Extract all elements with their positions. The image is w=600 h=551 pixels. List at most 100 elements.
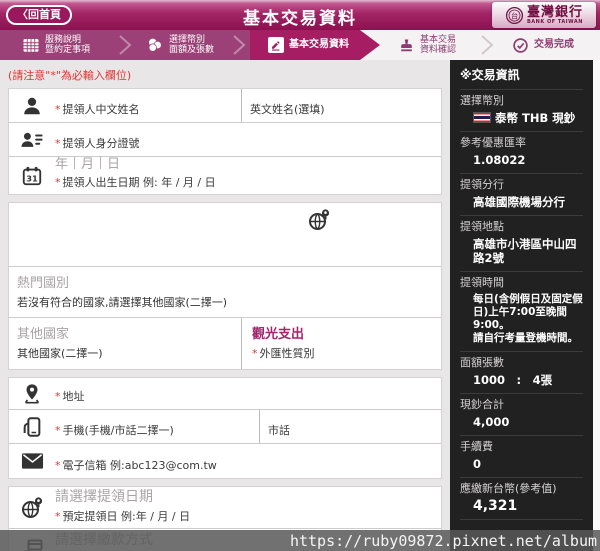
address-input[interactable]: * 地址 xyxy=(55,378,441,409)
step-basic-info-current[interactable]: 基本交易資料 xyxy=(268,30,349,60)
summary-value: 請自行考量登機時間。 xyxy=(473,332,578,344)
country-flag-area[interactable] xyxy=(9,203,441,267)
summary-row-currency: 選擇幣別 泰幣 THB 現鈔 xyxy=(460,90,583,132)
phone-row: * 手機(手機/市話二擇一) 市話 xyxy=(9,410,441,444)
id-row: * 提領人身分證號 xyxy=(9,123,441,157)
watermark-url: https://ruby09872.pixnet.net/album xyxy=(289,531,597,550)
summary-row-branch: 提領分行 高雄國際機場分行 xyxy=(460,174,583,216)
summary-row-cash-total: 現鈔合計 4,000 xyxy=(460,394,583,436)
dob-label: 提領人出生日期 例: 年 / 月 / 日 xyxy=(62,176,216,189)
step-label: 基本交易 xyxy=(420,35,457,45)
globe-pin-icon xyxy=(9,487,55,528)
other-country-select[interactable]: 其他國家 其他國家(二擇一) xyxy=(9,318,241,369)
watermark-bar: https://ruby09872.pixnet.net/album xyxy=(0,530,600,551)
name-en-input[interactable]: 英文姓名(選填) xyxy=(241,89,441,122)
mobile-phone-icon xyxy=(9,410,55,443)
id-card-icon xyxy=(9,123,55,156)
address-label: 地址 xyxy=(62,390,85,403)
bank-name: 臺灣銀行 xyxy=(526,4,583,20)
summary-value: 1000 : 4張 xyxy=(473,373,553,387)
divider xyxy=(100,156,102,169)
hot-country-hint: 若沒有符合的國家,請選擇其他國家(二擇一) xyxy=(17,296,228,309)
summary-row-twd-total: 應繳新台幣(參考值) 4,321 xyxy=(460,478,583,520)
id-label: 提領人身分證號 xyxy=(62,137,140,150)
summary-row-fee: 手續費 0 xyxy=(460,436,583,478)
tel-label: 市話 xyxy=(268,424,290,437)
chevron-separator-icon xyxy=(232,35,246,55)
fx-nature-select[interactable]: 觀光支出 * 外匯性質別 xyxy=(241,318,441,369)
tel-input[interactable]: 市話 xyxy=(259,410,441,443)
app-window: 〈回首頁 基本交易資料 台 臺灣銀行 BANK OF TAIWAN 服務說明 暨… xyxy=(0,0,600,551)
transaction-summary-panel: ※交易資訊 選擇幣別 泰幣 THB 現鈔 參考優惠匯率 1.08022 提領分行… xyxy=(450,60,593,551)
summary-value: 1.08022 xyxy=(473,153,526,167)
summary-label: 提領時間 xyxy=(460,276,504,289)
summary-label: 手續費 xyxy=(460,440,493,453)
id-number-input[interactable]: * 提領人身分證號 xyxy=(55,123,441,156)
bank-seal-icon: 台 xyxy=(505,6,524,25)
summary-row-hours: 提領時間 每日(含例假日及固定假日)上午7:00至晚間9:00。 請自行考量登機… xyxy=(460,272,583,352)
name-cn-input[interactable]: * 提領人中文姓名 xyxy=(55,89,241,122)
calendar-icon: 31 xyxy=(9,157,55,194)
address-row: * 地址 xyxy=(9,378,441,410)
step-label: 暨約定事項 xyxy=(45,45,91,55)
divider xyxy=(74,156,76,169)
step-label: 基本交易資料 xyxy=(289,39,349,50)
name-cn-label: 提領人中文姓名 xyxy=(62,103,140,116)
chevron-separator-icon xyxy=(480,35,494,55)
title-bar: 〈回首頁 基本交易資料 台 臺灣銀行 BANK OF TAIWAN xyxy=(0,0,600,30)
step-service-terms[interactable]: 服務說明 暨約定事項 xyxy=(22,30,90,60)
summary-value: 0 xyxy=(473,457,482,471)
summary-value: 高雄國際機場分行 xyxy=(473,195,565,209)
required-fields-note: (請注意"*"為必輸入欄位) xyxy=(8,69,132,82)
email-input[interactable]: * 電子信箱 例:abc123@com.tw xyxy=(55,444,441,478)
grid-icon xyxy=(22,36,40,54)
country-card: 熱門國別 若沒有符合的國家,請選擇其他國家(二擇一) 其他國家 其他國家(二擇一… xyxy=(8,202,442,370)
mobile-input[interactable]: * 手機(手機/市話二擇一) xyxy=(55,410,259,443)
svg-text:台: 台 xyxy=(511,11,518,20)
scroll-gutter[interactable] xyxy=(593,60,600,551)
dob-year-select[interactable]: 年 xyxy=(55,153,68,172)
email-label: 電子信箱 例:abc123@com.tw xyxy=(62,459,217,472)
step-complete[interactable]: 交易完成 xyxy=(512,30,574,60)
mobile-label: 手機(手機/市話二擇一) xyxy=(62,424,174,437)
thailand-flag-icon xyxy=(473,112,491,123)
hot-country-section[interactable]: 熱門國別 若沒有符合的國家,請選擇其他國家(二擇一) xyxy=(9,267,441,318)
dob-month-select[interactable]: 月 xyxy=(81,153,94,172)
summary-label: 參考優惠匯率 xyxy=(460,136,526,149)
summary-value: 4,321 xyxy=(473,498,518,514)
svg-text:31: 31 xyxy=(26,173,38,183)
form-column: (請注意"*"為必輸入欄位) * 提領人中文姓名 英文姓名(選填) * 提領人身… xyxy=(0,60,450,551)
summary-row-rate: 參考優惠匯率 1.08022 xyxy=(460,132,583,174)
contact-card: * 地址 * 手機(手機/市話二擇一) 市話 * 電子信箱 例:abc123@c… xyxy=(8,377,442,479)
map-pin-icon xyxy=(9,378,55,409)
breadcrumb: 服務說明 暨約定事項 選擇幣別 面額及張數 基本交易資料 基本交易 資料確認 交… xyxy=(0,30,600,60)
pencil-icon xyxy=(268,37,284,53)
summary-row-denomination: 面額張數 1000 : 4張 xyxy=(460,352,583,394)
other-country-row: 其他國家 其他國家(二擇一) 觀光支出 * 外匯性質別 xyxy=(9,318,441,369)
chevron-separator-icon xyxy=(118,35,132,55)
identity-card: * 提領人中文姓名 英文姓名(選填) * 提領人身分證號 31 年 月 日 * … xyxy=(8,88,442,195)
bank-logo: 台 臺灣銀行 BANK OF TAIWAN xyxy=(492,2,596,28)
other-country-hint: 其他國家(二擇一) xyxy=(17,347,103,360)
fx-nature-label: 外匯性質別 xyxy=(259,347,315,360)
summary-label: 現鈔合計 xyxy=(460,398,504,411)
summary-value: 泰幣 THB 現鈔 xyxy=(495,111,576,125)
other-country-title: 其他國家 xyxy=(17,327,70,342)
summary-value: 4,000 xyxy=(473,415,510,429)
step-label: 面額及張數 xyxy=(169,45,215,55)
dob-row: 31 年 月 日 * 提領人出生日期 例: 年 / 月 / 日 xyxy=(9,156,441,194)
step-currency-selection[interactable]: 選擇幣別 面額及張數 xyxy=(146,30,214,60)
step-info-confirm[interactable]: 基本交易 資料確認 xyxy=(398,30,456,60)
email-row: * 電子信箱 例:abc123@com.tw xyxy=(9,444,441,478)
step-label: 服務說明 xyxy=(45,35,82,45)
dob-selects[interactable]: 年 月 日 * 提領人出生日期 例: 年 / 月 / 日 xyxy=(55,156,441,194)
name-row: * 提領人中文姓名 英文姓名(選填) xyxy=(9,89,441,123)
coins-icon xyxy=(146,36,164,54)
stamp-icon xyxy=(398,37,415,54)
envelope-icon xyxy=(9,444,55,478)
globe-pin-icon xyxy=(307,208,331,232)
dob-day-select[interactable]: 日 xyxy=(107,153,120,172)
pickup-date-select[interactable]: 請選擇提領日期 * 預定提領日 例:年 / 月 / 日 xyxy=(55,487,441,528)
check-circle-icon xyxy=(512,37,529,54)
hot-country-title: 熱門國別 xyxy=(17,276,70,291)
